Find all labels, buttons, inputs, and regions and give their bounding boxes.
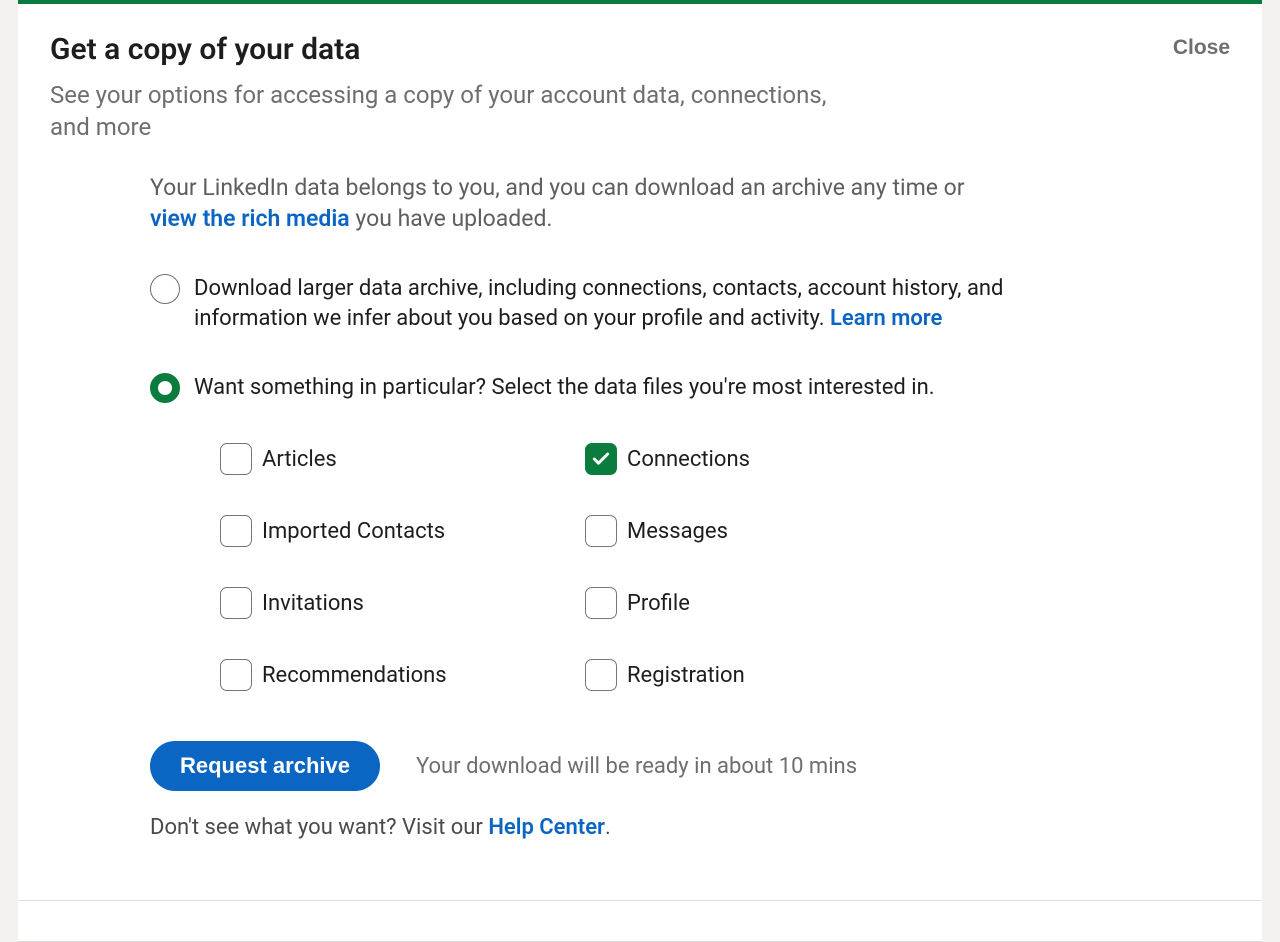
page-subtitle: See your options for accessing a copy of… — [50, 79, 870, 144]
checkbox-articles[interactable] — [220, 443, 252, 475]
radio-large-archive[interactable] — [150, 274, 180, 304]
checkbox-grid: Articles Connections Imported Contacts — [150, 443, 910, 691]
option-specific-text: Want something in particular? Select the… — [194, 373, 935, 403]
checkbox-item-profile: Profile — [585, 587, 910, 619]
checkbox-connections[interactable] — [585, 443, 617, 475]
option-specific: Want something in particular? Select the… — [150, 373, 1010, 403]
action-row: Request archive Your download will be re… — [150, 741, 1010, 791]
help-row: Don't see what you want? Visit our Help … — [150, 815, 1010, 840]
checkbox-invitations[interactable] — [220, 587, 252, 619]
checkbox-label: Profile — [627, 591, 690, 616]
checkbox-label: Connections — [627, 447, 750, 472]
checkbox-registration[interactable] — [585, 659, 617, 691]
checkbox-profile[interactable] — [585, 587, 617, 619]
checkbox-label: Recommendations — [262, 663, 447, 688]
page-title: Get a copy of your data — [50, 32, 1230, 67]
view-rich-media-link[interactable]: view the rich media — [150, 205, 350, 232]
ready-text: Your download will be ready in about 10 … — [416, 754, 857, 779]
intro-text: Your LinkedIn data belongs to you, and y… — [150, 172, 1010, 234]
radio-specific[interactable] — [150, 373, 180, 403]
checkbox-item-articles: Articles — [220, 443, 545, 475]
checkbox-recommendations[interactable] — [220, 659, 252, 691]
data-export-card: Close Get a copy of your data See your o… — [18, 0, 1262, 942]
help-center-link[interactable]: Help Center — [488, 815, 605, 840]
checkbox-item-registration: Registration — [585, 659, 910, 691]
checkbox-item-invitations: Invitations — [220, 587, 545, 619]
intro-prefix: Your LinkedIn data belongs to you, and y… — [150, 174, 965, 201]
checkbox-item-recommendations: Recommendations — [220, 659, 545, 691]
help-suffix: . — [605, 815, 611, 840]
checkbox-item-connections: Connections — [585, 443, 910, 475]
checkbox-imported-contacts[interactable] — [220, 515, 252, 547]
checkbox-label: Messages — [627, 519, 728, 544]
checkbox-item-imported-contacts: Imported Contacts — [220, 515, 545, 547]
check-icon — [591, 449, 611, 469]
checkbox-label: Registration — [627, 663, 745, 688]
option-large-archive: Download larger data archive, including … — [150, 274, 1010, 333]
checkbox-messages[interactable] — [585, 515, 617, 547]
checkbox-label: Invitations — [262, 591, 364, 616]
close-button[interactable]: Close — [1173, 36, 1230, 60]
divider — [18, 900, 1262, 901]
checkbox-label: Articles — [262, 447, 337, 472]
checkbox-label: Imported Contacts — [262, 519, 445, 544]
checkbox-item-messages: Messages — [585, 515, 910, 547]
learn-more-link[interactable]: Learn more — [830, 306, 942, 331]
option-large-text: Download larger data archive, including … — [194, 274, 1010, 333]
help-prefix: Don't see what you want? Visit our — [150, 815, 488, 840]
request-archive-button[interactable]: Request archive — [150, 741, 380, 791]
intro-suffix: you have uploaded. — [350, 205, 553, 232]
